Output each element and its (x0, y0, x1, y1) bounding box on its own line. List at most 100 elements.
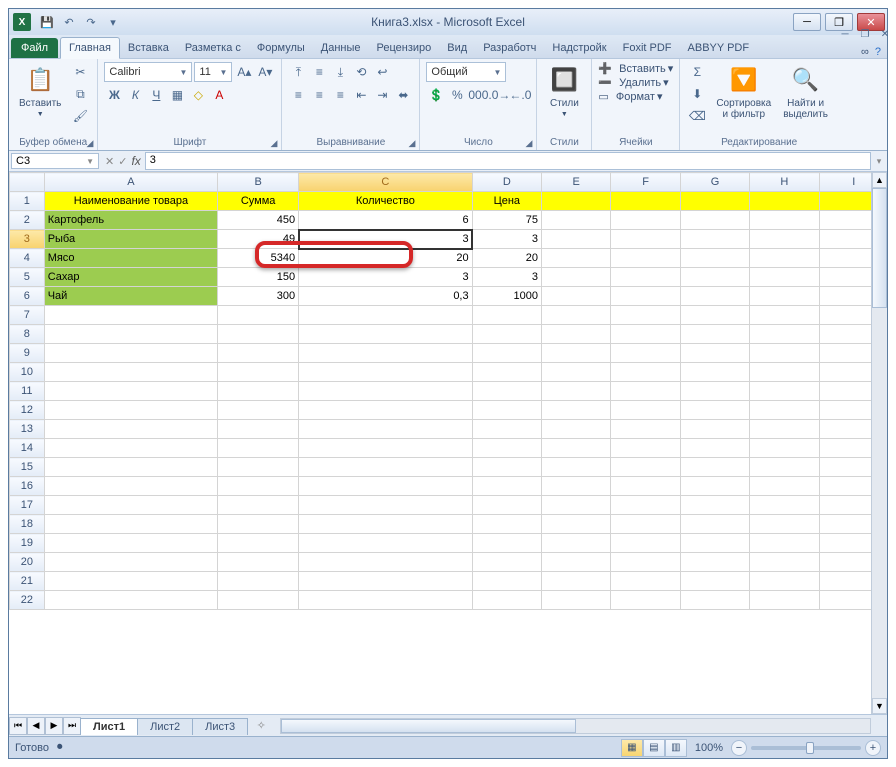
clipboard-dialog-icon[interactable]: ◢ (86, 138, 93, 149)
cell-H19[interactable] (750, 534, 819, 553)
sheet-tab-3[interactable]: Лист3 (192, 718, 248, 735)
cell-B2[interactable]: 450 (218, 211, 299, 230)
cell-E3[interactable] (542, 230, 611, 249)
col-header-C[interactable]: C (299, 173, 472, 192)
cell-H18[interactable] (750, 515, 819, 534)
cell-F21[interactable] (611, 572, 680, 591)
row-header-15[interactable]: 15 (10, 458, 45, 477)
cell-A6[interactable]: Чай (44, 287, 217, 306)
find-select-button[interactable]: 🔍 Найти и выделить (779, 62, 832, 122)
row-header-7[interactable]: 7 (10, 306, 45, 325)
cell-F10[interactable] (611, 363, 680, 382)
cell-A4[interactable]: Мясо (44, 249, 217, 268)
row-header-1[interactable]: 1 (10, 192, 45, 211)
cell-D3[interactable]: 3 (472, 230, 541, 249)
cell-B17[interactable] (218, 496, 299, 515)
cell-E7[interactable] (542, 306, 611, 325)
cell-E20[interactable] (542, 553, 611, 572)
cell-G10[interactable] (680, 363, 749, 382)
cell-B22[interactable] (218, 591, 299, 610)
cell-H4[interactable] (750, 249, 819, 268)
save-button[interactable]: 💾 (37, 12, 57, 32)
cell-C10[interactable] (299, 363, 472, 382)
border-button[interactable]: ▦ (167, 85, 187, 105)
cell-D16[interactable] (472, 477, 541, 496)
cell-B5[interactable]: 150 (218, 268, 299, 287)
cell-G21[interactable] (680, 572, 749, 591)
name-box[interactable]: C3▼ (11, 153, 99, 169)
cell-A14[interactable] (44, 439, 217, 458)
vertical-scrollbar[interactable]: ▲▼ (871, 172, 887, 714)
cell-G1[interactable] (680, 192, 749, 211)
cell-H22[interactable] (750, 591, 819, 610)
expand-formula-bar[interactable]: ▾ (871, 156, 887, 167)
cell-F19[interactable] (611, 534, 680, 553)
cell-G15[interactable] (680, 458, 749, 477)
insert-cells-button[interactable]: Вставить (619, 63, 666, 75)
col-header-A[interactable]: A (44, 173, 217, 192)
cell-F3[interactable] (611, 230, 680, 249)
cell-E18[interactable] (542, 515, 611, 534)
row-header-3[interactable]: 3 (10, 230, 45, 249)
cell-C5[interactable]: 3 (299, 268, 472, 287)
cell-D9[interactable] (472, 344, 541, 363)
fx-icon[interactable]: fx (131, 154, 140, 168)
cell-B15[interactable] (218, 458, 299, 477)
row-header-10[interactable]: 10 (10, 363, 45, 382)
cell-B8[interactable] (218, 325, 299, 344)
cell-G7[interactable] (680, 306, 749, 325)
cell-A8[interactable] (44, 325, 217, 344)
cell-G16[interactable] (680, 477, 749, 496)
cell-F8[interactable] (611, 325, 680, 344)
fill-color-button[interactable]: ◇ (188, 85, 208, 105)
align-bottom-button[interactable]: ⤓ (330, 62, 350, 82)
cell-C11[interactable] (299, 382, 472, 401)
cell-B4[interactable]: 5340 (218, 249, 299, 268)
row-header-11[interactable]: 11 (10, 382, 45, 401)
cell-A3[interactable]: Рыба (44, 230, 217, 249)
cell-A7[interactable] (44, 306, 217, 325)
cell-G2[interactable] (680, 211, 749, 230)
cell-G22[interactable] (680, 591, 749, 610)
cell-F11[interactable] (611, 382, 680, 401)
cell-D11[interactable] (472, 382, 541, 401)
row-header-20[interactable]: 20 (10, 553, 45, 572)
cell-C21[interactable] (299, 572, 472, 591)
cell-H17[interactable] (750, 496, 819, 515)
new-sheet-button[interactable]: ✧ (252, 718, 270, 734)
row-header-19[interactable]: 19 (10, 534, 45, 553)
macro-record-icon[interactable]: ⏺ (57, 741, 63, 754)
row-header-5[interactable]: 5 (10, 268, 45, 287)
cell-A17[interactable] (44, 496, 217, 515)
row-header-6[interactable]: 6 (10, 287, 45, 306)
cell-D8[interactable] (472, 325, 541, 344)
orientation-button[interactable]: ⟲ (351, 62, 371, 82)
view-pagelayout-button[interactable]: ▤ (643, 739, 665, 757)
cell-A22[interactable] (44, 591, 217, 610)
cell-H6[interactable] (750, 287, 819, 306)
cell-E10[interactable] (542, 363, 611, 382)
col-header-B[interactable]: B (218, 173, 299, 192)
tab-home[interactable]: Главная (60, 37, 120, 59)
cell-H3[interactable] (750, 230, 819, 249)
increase-indent-button[interactable]: ⇥ (372, 85, 392, 105)
sheet-tab-1[interactable]: Лист1 (80, 718, 138, 735)
cell-H8[interactable] (750, 325, 819, 344)
sheet-nav-next[interactable]: ▶ (45, 717, 63, 735)
cell-C17[interactable] (299, 496, 472, 515)
tab-file[interactable]: Файл (11, 38, 58, 58)
cell-E5[interactable] (542, 268, 611, 287)
cell-B14[interactable] (218, 439, 299, 458)
font-name-combo[interactable]: Calibri▼ (104, 62, 192, 82)
cell-D6[interactable]: 1000 (472, 287, 541, 306)
cell-E1[interactable] (542, 192, 611, 211)
cell-H12[interactable] (750, 401, 819, 420)
cell-B7[interactable] (218, 306, 299, 325)
cell-D1[interactable]: Цена (472, 192, 541, 211)
cell-E13[interactable] (542, 420, 611, 439)
paste-button[interactable]: 📋 Вставить ▼ (15, 62, 65, 120)
row-header-4[interactable]: 4 (10, 249, 45, 268)
cell-D20[interactable] (472, 553, 541, 572)
cell-A20[interactable] (44, 553, 217, 572)
cell-B12[interactable] (218, 401, 299, 420)
